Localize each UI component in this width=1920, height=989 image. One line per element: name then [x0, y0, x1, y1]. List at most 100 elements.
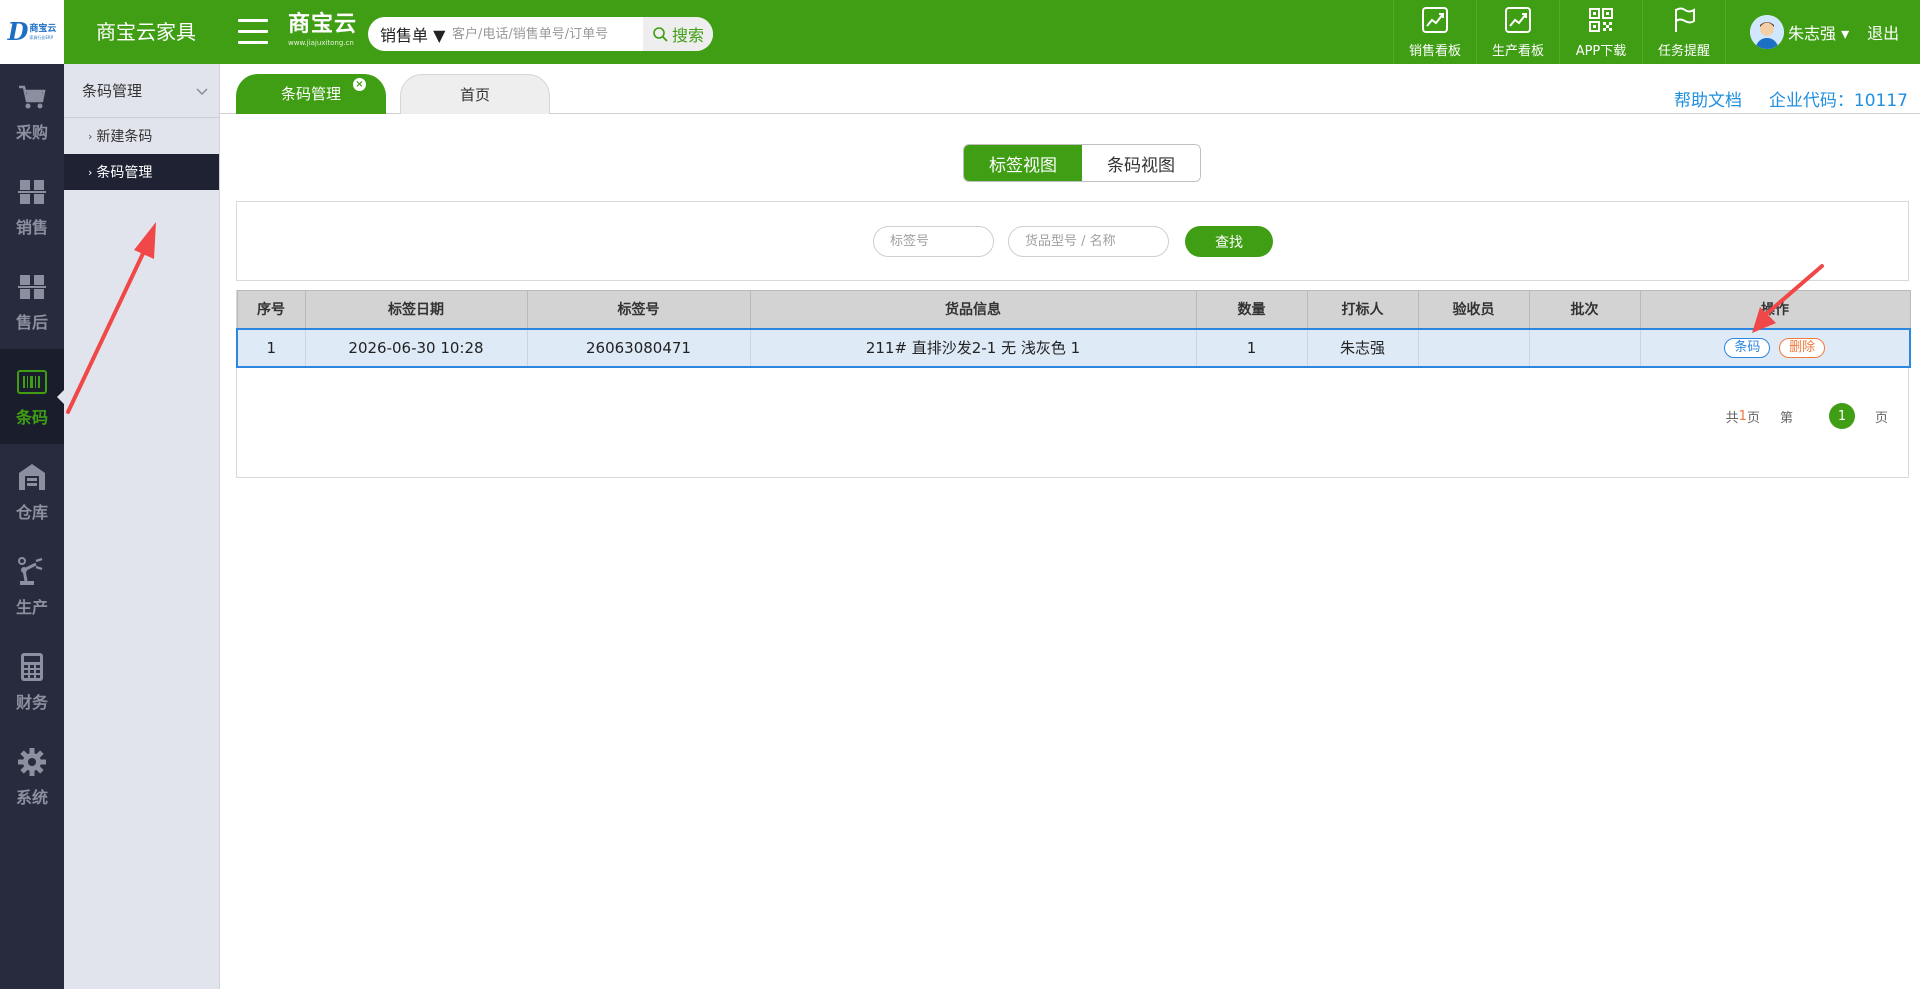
nav-app-download-label: APP下载: [1575, 43, 1627, 59]
chart-icon: [1505, 6, 1531, 33]
nav-sales-board[interactable]: 销售看板: [1393, 0, 1476, 64]
brand-logo: 商宝云 www.jiajuxitong.cn: [288, 12, 357, 48]
barcode-view-button[interactable]: 条码视图: [1082, 145, 1200, 181]
module-sidebar: 采购 销售 售后 条码 仓库 生产 财务 系统: [0, 64, 64, 989]
sidebar-item-sales[interactable]: 销售: [0, 159, 64, 254]
row-barcode-button[interactable]: 条码: [1724, 338, 1771, 358]
company-logo[interactable]: D 商宝云 家具行业ERP: [0, 0, 64, 64]
table-row[interactable]: 1 2026-06-30 10:28 26063080471 211# 直排沙发…: [236, 327, 1911, 368]
page-button-current[interactable]: 1: [1828, 403, 1855, 429]
search-button[interactable]: 搜索: [643, 17, 713, 51]
sidebar-item-production[interactable]: 生产: [0, 539, 64, 634]
nav-production-board[interactable]: 生产看板: [1476, 0, 1559, 64]
cell-inspector: [1417, 327, 1530, 368]
sidebar-item-label: 系统: [15, 787, 48, 807]
nav-task-reminder-label: 任务提醒: [1657, 43, 1710, 59]
search-icon: [653, 27, 668, 42]
cell-actions: 条码 删除: [1639, 327, 1911, 368]
column-header: 操作: [1639, 290, 1911, 329]
search-input[interactable]: [452, 19, 643, 49]
tab-strip: 条码管理 × 首页 帮助文档 企业代码：10117: [220, 64, 1920, 114]
submenu-item-label: 新建条码: [96, 129, 153, 145]
tag-view-button[interactable]: 标签视图: [964, 145, 1082, 181]
logo-mark: D: [7, 17, 29, 46]
cell-goods: 211# 直排沙发2-1 无 浅灰色 1: [749, 327, 1197, 368]
sidebar-item-label: 财务: [15, 692, 48, 712]
brand-url: www.jiajuxitong.cn: [288, 39, 354, 47]
search-type-select[interactable]: 销售单 ▼: [368, 22, 452, 46]
submenu-item-barcode-management[interactable]: › 条码管理: [64, 154, 219, 190]
cell-qty: 1: [1195, 327, 1308, 368]
user-area: 朱志强 ▾ 退出: [1725, 0, 1920, 64]
corp-code: 企业代码：10117: [1768, 91, 1908, 111]
brand-name: 商宝云: [288, 12, 358, 37]
cell-tag-no: 26063080471: [526, 327, 751, 368]
column-header: 打标人: [1306, 290, 1419, 329]
table-header-row: 序号 标签日期 标签号 货品信息 数量 打标人 验收员 批次 操作: [236, 290, 1911, 329]
sidebar-item-finance[interactable]: 财务: [0, 634, 64, 729]
row-delete-button[interactable]: 删除: [1779, 338, 1826, 358]
chevron-right-icon: ›: [88, 129, 93, 143]
close-icon[interactable]: ×: [353, 78, 366, 91]
submenu-item-new-barcode[interactable]: › 新建条码: [64, 118, 219, 154]
nav-task-reminder[interactable]: 任务提醒: [1642, 0, 1725, 64]
column-header: 序号: [236, 290, 306, 329]
submenu-panel: 条码管理 › 新建条码 › 条码管理: [64, 64, 220, 989]
sidebar-item-label: 仓库: [15, 502, 48, 522]
cart-icon: [19, 85, 46, 108]
sidebar-item-after-sales[interactable]: 售后: [0, 254, 64, 349]
robot-arm-icon: [18, 556, 43, 585]
barcode-icon: [17, 369, 47, 394]
submenu-group-header[interactable]: 条码管理: [64, 64, 219, 118]
column-header: 批次: [1528, 290, 1641, 329]
search-button-label: 搜索: [671, 26, 704, 45]
column-header: 货品信息: [749, 290, 1197, 329]
nav-app-download[interactable]: APP下载: [1559, 0, 1642, 64]
sidebar-item-warehouse[interactable]: 仓库: [0, 444, 64, 539]
submenu-title: 条码管理: [82, 82, 143, 100]
tab-label: 条码管理: [280, 85, 341, 103]
sidebar-item-label: 采购: [15, 122, 48, 142]
cell-labeler: 朱志强: [1306, 327, 1419, 368]
top-nav: 销售看板 生产看板 APP下载 任务提醒 朱志强 ▾ 退出: [1393, 0, 1920, 64]
warehouse-icon: [19, 463, 45, 490]
nav-production-board-label: 生产看板: [1491, 43, 1544, 59]
logout-link[interactable]: 退出: [1867, 20, 1899, 44]
user-menu[interactable]: 朱志强 ▾: [1788, 20, 1849, 44]
boxes-icon: [18, 274, 46, 299]
flag-icon: [1675, 7, 1695, 32]
cell-no: 1: [236, 327, 306, 368]
sidebar-item-label: 销售: [15, 217, 48, 237]
sidebar-item-system[interactable]: 系统: [0, 729, 64, 824]
tab-home[interactable]: 首页: [400, 74, 550, 114]
pager-total-pages: 1: [1738, 408, 1747, 424]
global-search: 销售单 ▼ 搜索: [368, 17, 713, 51]
avatar[interactable]: [1750, 15, 1784, 49]
cell-date: 2026-06-30 10:28: [304, 327, 528, 368]
sidebar-item-purchase[interactable]: 采购: [0, 64, 64, 159]
nav-sales-board-label: 销售看板: [1408, 43, 1461, 59]
goods-model-input[interactable]: [1008, 226, 1169, 257]
app-title: 商宝云家具: [96, 20, 196, 44]
pager-total-prefix: 共: [1725, 410, 1739, 426]
menu-toggle-icon[interactable]: [238, 19, 270, 45]
find-button[interactable]: 查找: [1185, 226, 1273, 257]
logo-tagline: 家具行业ERP: [29, 34, 54, 40]
chevron-down-icon: [196, 88, 208, 95]
calculator-icon: [21, 652, 43, 681]
tab-barcode-management[interactable]: 条码管理 ×: [236, 74, 386, 114]
chevron-right-icon: ›: [88, 165, 93, 179]
chart-icon: [1422, 6, 1448, 33]
tab-label: 首页: [459, 86, 490, 104]
sidebar-item-barcode[interactable]: 条码: [0, 349, 64, 444]
qr-code-icon: [1589, 7, 1613, 32]
submenu-item-label: 条码管理: [96, 165, 153, 181]
cell-batch: [1528, 327, 1641, 368]
help-docs-link[interactable]: 帮助文档: [1674, 86, 1742, 111]
filter-panel: 查找: [236, 201, 1909, 281]
column-header: 数量: [1195, 290, 1308, 329]
tag-number-input[interactable]: [873, 226, 994, 257]
column-header: 标签号: [526, 290, 751, 329]
top-bar: D 商宝云 家具行业ERP 商宝云家具 商宝云 www.jiajuxitong.…: [0, 0, 1920, 64]
boxes-icon: [18, 179, 46, 204]
